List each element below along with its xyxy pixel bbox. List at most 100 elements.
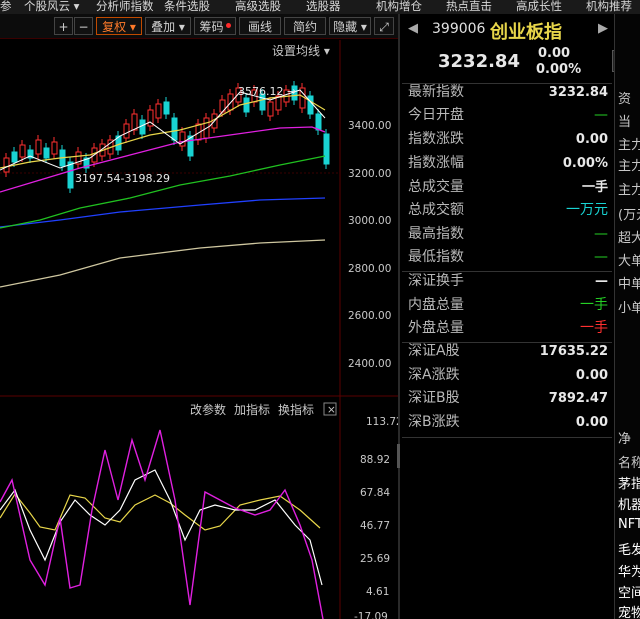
simple-mode-button[interactable]: 简约 (284, 17, 326, 35)
top-menu-bar: 参 个股风云 ▾ 分析师指数 条件选股 高级选股 选股器 机构增仓 热点直击 高… (0, 0, 640, 14)
prev-stock-icon[interactable]: ◀ (408, 21, 418, 36)
indicator-tick: 46.77 (360, 520, 390, 532)
fund-flow-item[interactable]: 宠物 (618, 602, 640, 619)
candle-body (163, 101, 170, 115)
quote-row: 深证A股 17635.22 (406, 340, 610, 363)
candle-body (139, 119, 146, 135)
quote-row: 指数涨跌 0.00 (406, 128, 610, 151)
chart-toolbar: + − 复权 ▾ 叠加 ▾ 筹码 画线 简约 隐藏 ▾ ⤢ (0, 14, 398, 39)
menu-item[interactable]: 选股器 (306, 0, 341, 14)
quote-row: 内盘总量 一手 (406, 294, 610, 317)
fund-flow-item: 小单 (618, 301, 640, 316)
close-icon[interactable]: × (327, 404, 336, 416)
indicator-tick: 113.72 (366, 416, 398, 428)
fund-flow-item[interactable]: 空间 (618, 582, 640, 601)
quote-row-label: 最低指数 (408, 249, 464, 265)
quote-row-value: — (594, 249, 608, 265)
candle-body (19, 144, 26, 158)
fund-flow-item[interactable]: NFT (618, 517, 640, 532)
ma60-line (0, 155, 326, 229)
divider (402, 437, 612, 438)
quote-row-label: 深证A股 (408, 343, 460, 359)
candle-body (267, 101, 274, 117)
set-ma-link[interactable]: 设置均线 ▾ (272, 44, 330, 58)
price-tick: 3000.00 (348, 215, 391, 227)
zoom-out-button[interactable]: − (74, 17, 93, 35)
candle-body (123, 123, 130, 139)
quote-row-label: 深B涨跌 (408, 414, 460, 430)
quote-row: 最新指数 3232.84 (406, 81, 610, 104)
high-price-note: 3576.12 → (238, 85, 296, 98)
expand-icon[interactable]: ⤢ (374, 17, 394, 35)
fund-flow-item: 主力 (618, 159, 640, 174)
hide-button[interactable]: 隐藏 ▾ (329, 17, 371, 35)
quote-row-label: 深证换手 (408, 273, 464, 289)
ma120-line (0, 197, 326, 228)
draw-line-button[interactable]: 画线 (239, 17, 281, 35)
candle-body (67, 161, 74, 189)
quote-row: 外盘总量 一手 (406, 317, 610, 340)
quote-row-label: 指数涨跌 (408, 131, 464, 147)
menu-item[interactable]: 高级选股 (235, 0, 281, 14)
fund-flow-item: 净 (618, 432, 632, 447)
chips-button[interactable]: 筹码 (194, 17, 236, 35)
quote-row: 总成交额 一万元 (406, 199, 610, 222)
indicator-lines (0, 429, 324, 619)
add-indicator-link[interactable]: 加指标 (234, 402, 270, 417)
quote-row-value: 0.00 (575, 368, 608, 383)
fund-flow-item: 大单 (618, 254, 640, 269)
menu-item[interactable]: 热点直击 (446, 0, 492, 14)
fund-flow-panel: 资当主力主力主力(万元超大大单中单小单净名称茅指机器NFT毛发华为空间宠物 (614, 14, 640, 619)
moving-average-lines (0, 89, 326, 288)
quote-row-label: 深A涨跌 (408, 367, 460, 383)
quote-row-value: 0.00 (575, 132, 608, 147)
price-tick: 3200.00 (348, 168, 391, 180)
menu-item[interactable]: 分析师指数 (96, 0, 154, 14)
quote-row: 深证B股 7892.47 (406, 387, 610, 410)
overlay-button[interactable]: 叠加 ▾ (145, 17, 191, 35)
switch-indicator-link[interactable]: 换指标 (278, 402, 314, 417)
stock-code: 399006 (432, 21, 486, 37)
zoom-in-button[interactable]: + (54, 17, 73, 35)
candle-body (43, 147, 50, 159)
next-stock-icon[interactable]: ▶ (598, 21, 608, 36)
fund-flow-item[interactable]: 机器 (618, 494, 640, 513)
quote-row: 深证换手 — (406, 270, 610, 293)
indicator-tick: -17.09 (354, 611, 388, 619)
price-change-pct: 0.00% (536, 62, 582, 77)
quote-row-value: 一万元 (566, 202, 608, 218)
current-price: 3232.84 (438, 51, 520, 72)
quote-row-label: 外盘总量 (408, 320, 464, 336)
quote-row: 深B涨跌 0.00 (406, 411, 610, 434)
price-tick: 2600.00 (348, 310, 391, 322)
quote-row-label: 指数涨幅 (408, 155, 464, 171)
adjust-button[interactable]: 复权 ▾ (96, 17, 142, 35)
quote-row-value: 一手 (580, 297, 608, 313)
quote-row: 今日开盘 — (406, 104, 610, 127)
quote-row: 总成交量 一手 (406, 176, 610, 199)
fund-flow-item: 资 (618, 92, 632, 107)
menu-item[interactable]: 个股风云 ▾ (24, 0, 79, 14)
candle-body (315, 113, 322, 131)
menu-item[interactable]: 机构增仓 (376, 0, 422, 14)
ma250-line (0, 239, 326, 288)
fund-flow-item[interactable]: 华为 (618, 561, 640, 580)
price-tick: 2800.00 (348, 263, 391, 275)
menu-item[interactable]: 条件选股 (164, 0, 210, 14)
fund-flow-item[interactable]: 毛发 (618, 539, 640, 558)
indicator-line-magenta (0, 429, 324, 619)
quote-row-label: 总成交量 (408, 179, 464, 195)
menu-item[interactable]: 高成长性 (516, 0, 562, 14)
kline-chart[interactable]: 3400.00 3200.00 3000.00 2800.00 2600.00 … (0, 40, 398, 619)
indicator-tick: 25.69 (360, 553, 390, 565)
quote-row-value: 17635.22 (539, 344, 608, 359)
candle-body (323, 133, 330, 165)
quote-row-value: 一手 (581, 180, 608, 195)
menu-item[interactable]: 参 (0, 0, 12, 14)
chips-label: 筹码 (199, 20, 224, 34)
fund-flow-item[interactable]: 茅指 (618, 473, 640, 492)
menu-item[interactable]: 机构推荐 (586, 0, 632, 14)
quote-row-label: 最新指数 (408, 84, 464, 100)
edit-params-link[interactable]: 改参数 (190, 402, 226, 417)
quote-row-value: 7892.47 (548, 391, 608, 406)
